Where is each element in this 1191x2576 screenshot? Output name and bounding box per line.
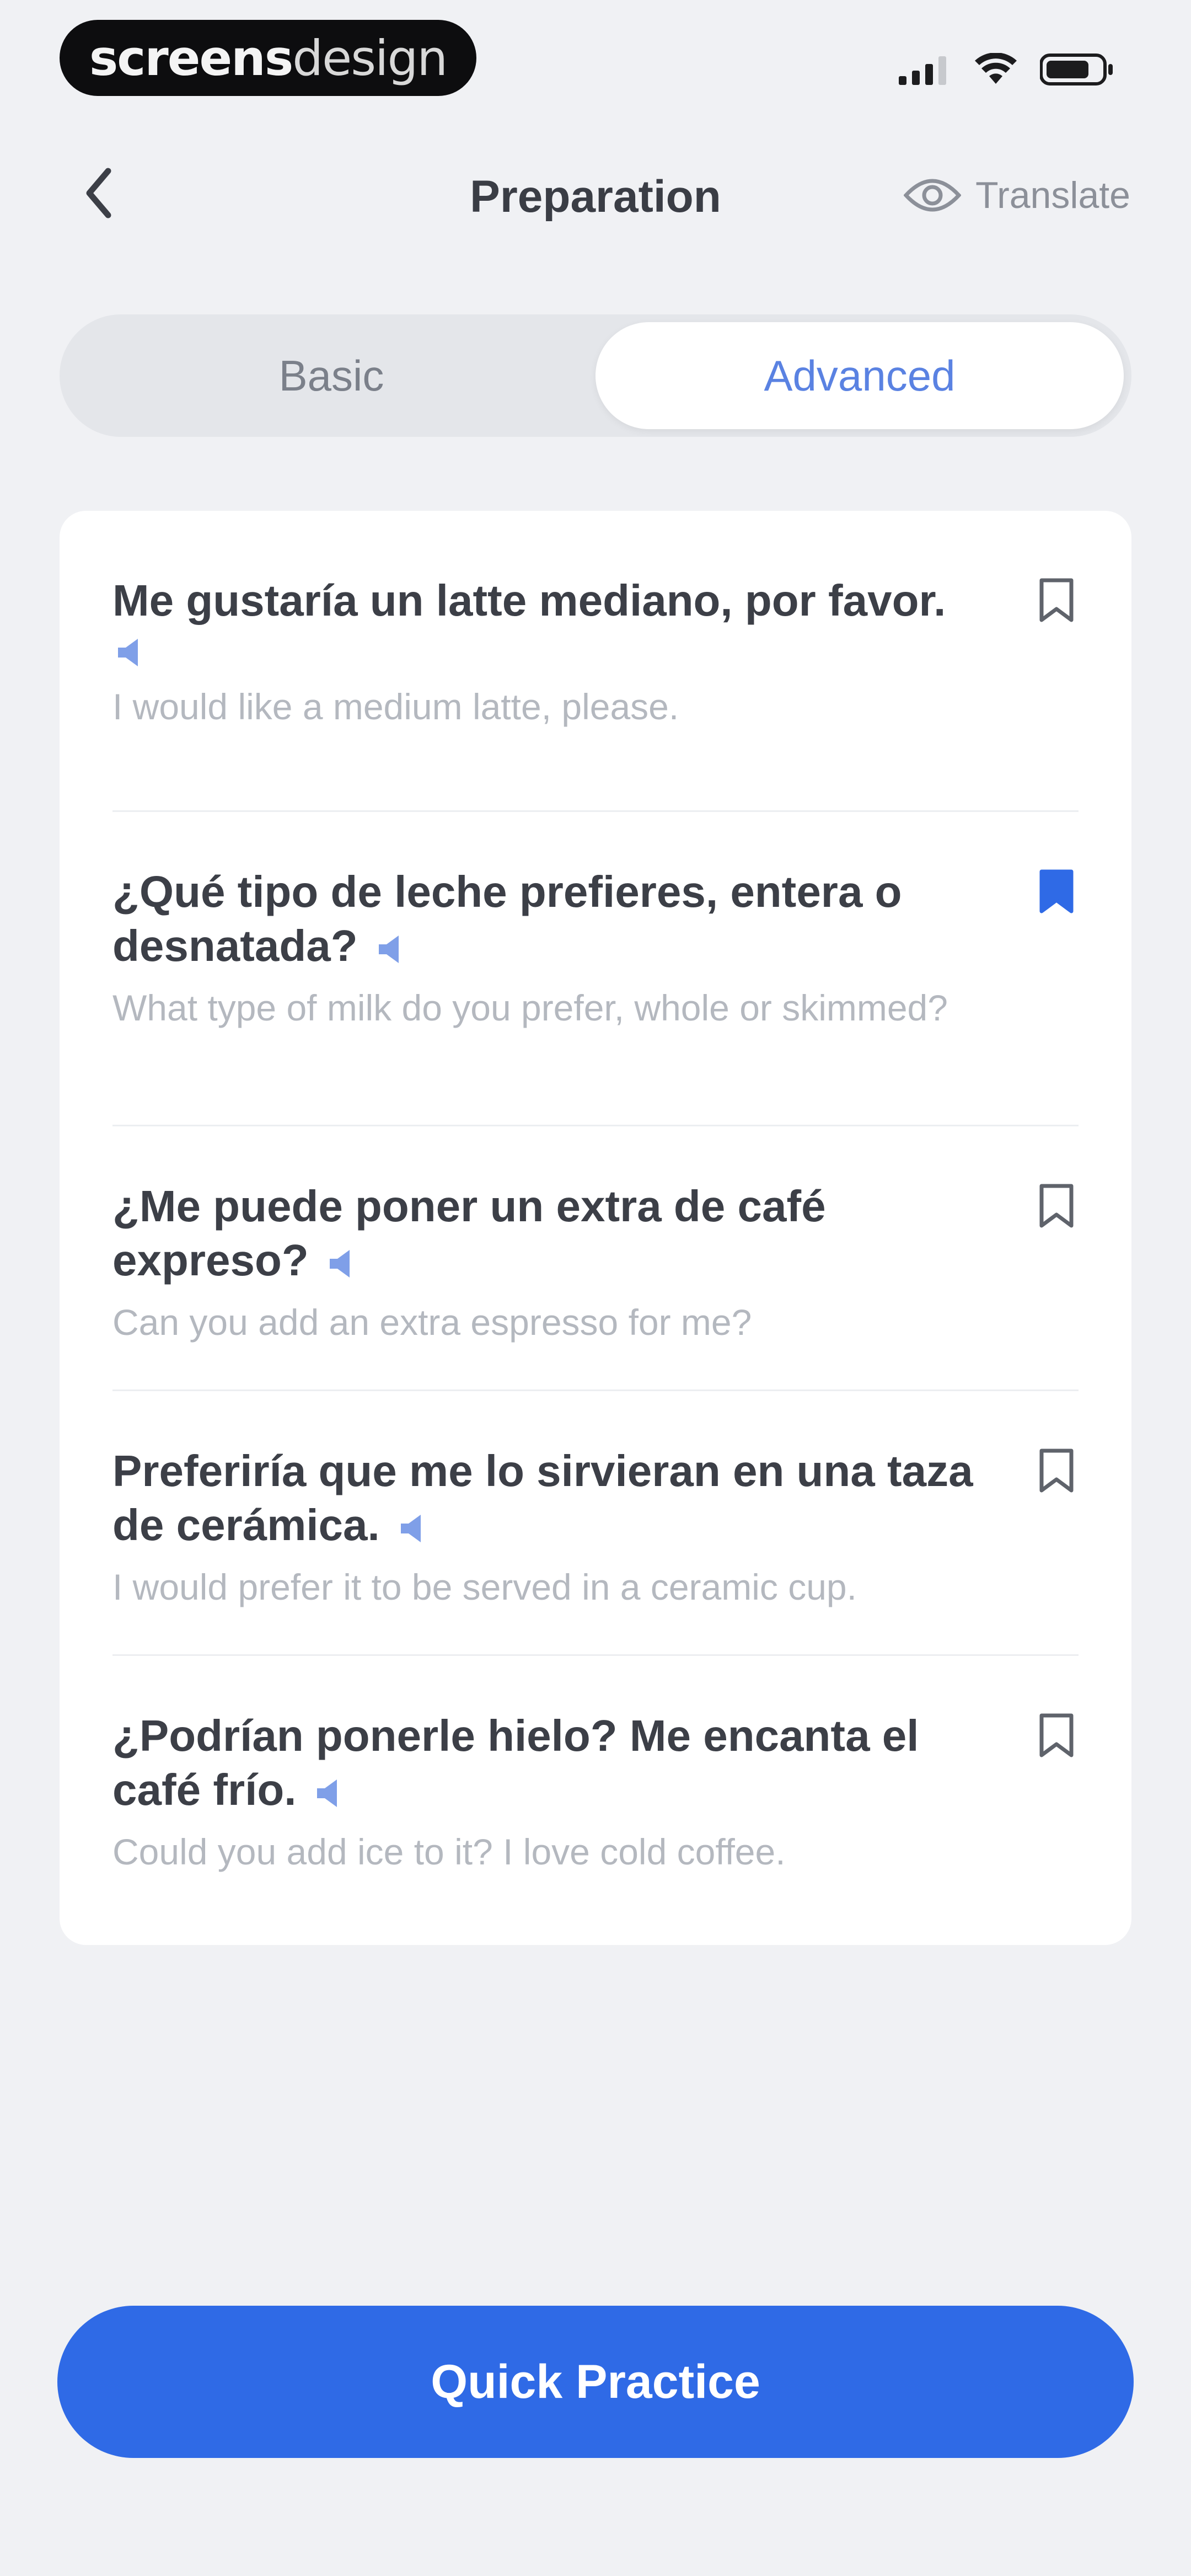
phrase-item: Preferiría que me lo sirvieran en una ta…: [112, 1391, 1079, 1656]
bookmark-button[interactable]: [1034, 865, 1079, 918]
speaker-icon[interactable]: [112, 633, 151, 672]
phrase-english-text: Can you add an extra espresso for me?: [112, 1302, 752, 1343]
bookmark-outline-icon: [1039, 1449, 1074, 1493]
phrase-spanish-text: ¿Podrían ponerle hielo? Me encanta el ca…: [112, 1711, 919, 1814]
speaker-icon[interactable]: [312, 1774, 350, 1813]
phrase-item: ¿Me puede poner un extra de café expreso…: [112, 1126, 1079, 1391]
phrase-english-text: I would like a medium latte, please.: [112, 686, 679, 727]
phrase-item: ¿Podrían ponerle hielo? Me encanta el ca…: [112, 1656, 1079, 1943]
bookmark-outline-icon: [1039, 1184, 1074, 1228]
phrase-list-card: Me gustaría un latte mediano, por favor.…: [60, 511, 1131, 1945]
bookmark-outline-icon: [1039, 1713, 1074, 1757]
brand-text-bold: screens: [89, 29, 293, 87]
bookmark-button[interactable]: [1034, 1709, 1079, 1762]
bookmark-button[interactable]: [1034, 1444, 1079, 1497]
level-segmented-control: Basic Advanced: [60, 314, 1131, 437]
phrase-spanish-text: Preferiría que me lo sirvieran en una ta…: [112, 1446, 973, 1549]
phrase-spanish-text: ¿Qué tipo de leche prefieres, entera o d…: [112, 867, 902, 970]
cellular-signal-icon: [899, 56, 946, 85]
tab-advanced[interactable]: Advanced: [596, 322, 1124, 429]
translate-button[interactable]: Translate: [904, 168, 1130, 223]
battery-icon: [1040, 54, 1113, 85]
brand-text-light: design: [292, 29, 448, 87]
bookmark-button[interactable]: [1034, 574, 1079, 627]
phrase-item: ¿Qué tipo de leche prefieres, entera o d…: [112, 812, 1079, 1126]
bookmark-filled-icon: [1039, 869, 1074, 913]
phrase-english-text: What type of milk do you prefer, whole o…: [112, 987, 948, 1028]
speaker-icon[interactable]: [324, 1244, 363, 1283]
app-screen: screens design Preparation Translate Bas…: [0, 0, 1191, 2576]
speaker-icon[interactable]: [373, 930, 412, 969]
tab-basic[interactable]: Basic: [67, 322, 596, 429]
bookmark-button[interactable]: [1034, 1179, 1079, 1232]
quick-practice-button[interactable]: Quick Practice: [57, 2306, 1134, 2458]
eye-icon: [904, 179, 962, 212]
bookmark-outline-icon: [1039, 578, 1074, 622]
translate-label: Translate: [975, 174, 1130, 216]
brand-badge: screens design: [60, 20, 476, 96]
phrase-spanish-text: ¿Me puede poner un extra de café expreso…: [112, 1182, 826, 1285]
phrase-spanish-text: Me gustaría un latte mediano, por favor.: [112, 576, 946, 625]
nav-bar: Preparation Translate: [0, 149, 1191, 237]
speaker-icon[interactable]: [395, 1509, 434, 1548]
phrase-item: Me gustaría un latte mediano, por favor.…: [112, 511, 1079, 812]
wifi-icon: [975, 53, 1017, 84]
phrase-english-text: Could you add ice to it? I love cold cof…: [112, 1831, 786, 1872]
phrase-english-text: I would prefer it to be served in a cera…: [112, 1567, 857, 1607]
status-icons: [899, 49, 1114, 90]
